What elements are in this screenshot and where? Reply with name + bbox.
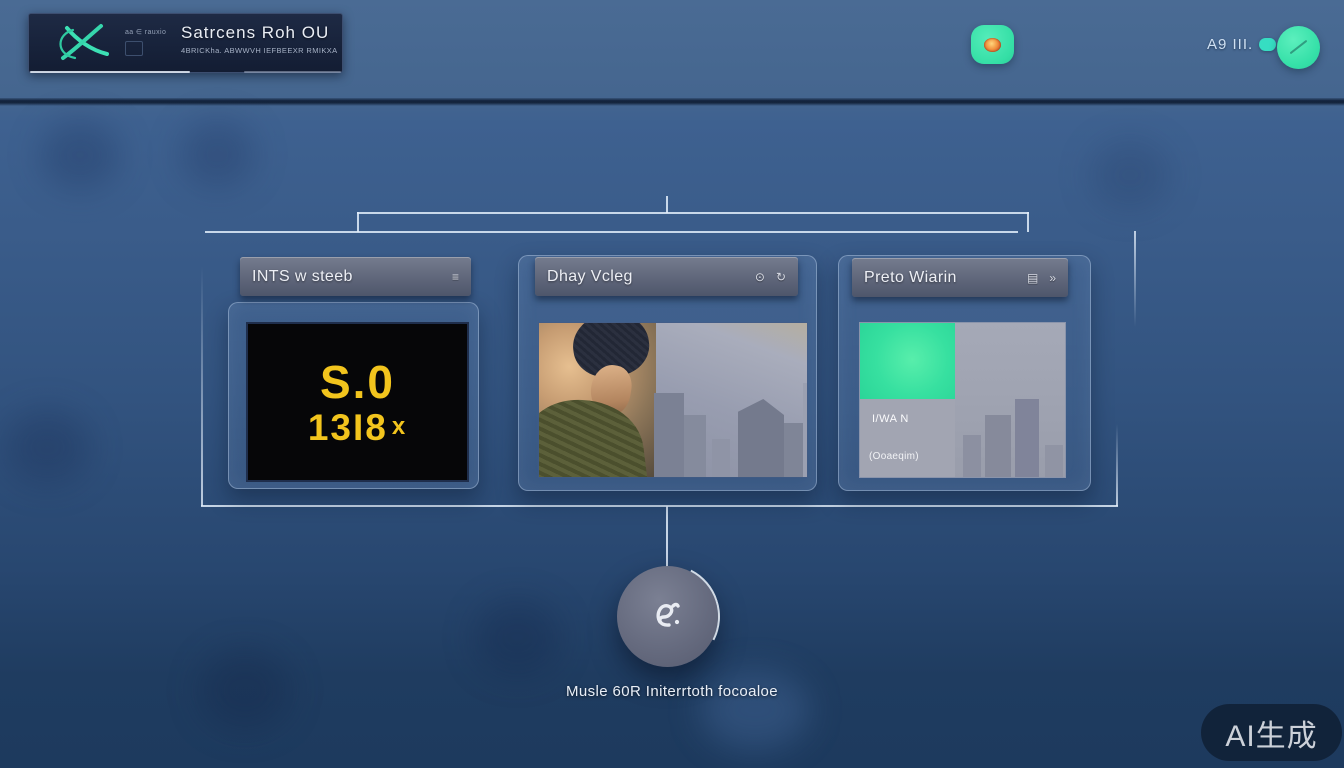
refresh-icon[interactable]: ↻: [776, 270, 786, 284]
card-stats-header[interactable]: INTS w steeb ≡: [240, 257, 471, 296]
building-bar: [712, 439, 730, 478]
building-bar: [684, 415, 706, 478]
pencil-icon: [1290, 40, 1308, 55]
caption-text: Musle 60R Initerrtoth focoaloe: [0, 683, 1344, 700]
score-line2: 13I8x: [308, 409, 407, 446]
menu-icon[interactable]: ≡: [452, 270, 459, 284]
chart-bar: [1015, 399, 1039, 478]
swatch-label-1: I/WA N: [872, 413, 909, 425]
card-video-title: Dhay Vcleg: [547, 268, 633, 286]
brand-title: Satrcens Roh OU: [181, 23, 366, 43]
bokeh-blob: [475, 600, 560, 675]
bokeh-blob: [1090, 140, 1170, 210]
card-stats-title: INTS w steeb: [252, 268, 353, 286]
grid-icon[interactable]: ▤: [1027, 271, 1038, 285]
chevrons-right-icon[interactable]: »: [1049, 271, 1056, 285]
panel-top-line: [205, 231, 1018, 233]
bokeh-blob: [180, 120, 255, 188]
swatch-label-2: (Ooaeqim): [869, 451, 919, 462]
score-display: S.0 13I8x: [246, 322, 469, 482]
brand-underline-left: [30, 71, 190, 73]
status-indicator: A9 III.: [1207, 33, 1276, 55]
jacket-shape: [538, 392, 648, 478]
card-photo-title: Preto Wiarin: [864, 269, 957, 287]
score-suffix: x: [392, 413, 407, 440]
status-label: A9 III.: [1207, 36, 1253, 53]
panel-right-fade-line: [1134, 231, 1136, 327]
connector-upper-jog-left: [357, 212, 359, 232]
swatch-info-panel: I/WA N (Ooaeqim): [860, 399, 955, 478]
brand-small-label: aa ∈ rauxio: [125, 28, 177, 36]
scribble-icon: [646, 594, 690, 638]
building-bar: [803, 383, 808, 478]
brand-underline-right: [244, 71, 341, 73]
fruit-dot-icon: [984, 38, 1001, 52]
app-background: aa ∈ rauxio Satrcens Roh OU 4BRICKha. AB…: [0, 0, 1344, 768]
chart-bar: [963, 435, 981, 478]
green-swatch: [860, 323, 955, 399]
connector-upper-jog-right: [1027, 212, 1029, 232]
brand-subtitle: 4BRICKha. ABWWVH IEFBEEXR RMIKXA: [181, 46, 366, 55]
panel-left-line: [201, 266, 203, 506]
hub-connector-line: [666, 506, 668, 567]
panel-bottom-line: [201, 505, 1118, 507]
person-photo: [539, 323, 656, 478]
status-pill-icon: [1259, 38, 1276, 51]
edit-button[interactable]: [1277, 26, 1320, 69]
notification-badge[interactable]: [971, 25, 1014, 64]
panel-right-line: [1116, 424, 1118, 506]
card-photo-header[interactable]: Preto Wiarin ▤ »: [852, 258, 1068, 297]
bokeh-blob: [5, 410, 90, 485]
connector-upper-horizontal: [357, 212, 1029, 214]
score-line1: S.0: [320, 359, 395, 405]
chart-bar: [1045, 445, 1063, 478]
photo-editor-preview[interactable]: I/WA N (Ooaeqim): [859, 322, 1066, 478]
clock-icon[interactable]: ⊙: [755, 270, 765, 284]
central-action-button[interactable]: [617, 566, 718, 667]
bar-chart-graphic: [955, 323, 1066, 478]
building-bar: [738, 399, 784, 478]
brand-x-logo-icon: [51, 20, 117, 68]
city-skyline: [656, 323, 808, 478]
chart-bar: [985, 415, 1011, 478]
brand-chip-outline: [125, 41, 143, 56]
building-bar: [654, 393, 684, 478]
ai-generated-watermark: AI生成: [1201, 704, 1342, 761]
video-preview[interactable]: [538, 322, 808, 478]
bokeh-blob: [40, 120, 120, 190]
bokeh-blob: [700, 670, 810, 750]
top-divider-line: [0, 98, 1344, 106]
connector-stub-top: [666, 196, 668, 213]
brand-box[interactable]: aa ∈ rauxio Satrcens Roh OU 4BRICKha. AB…: [28, 13, 343, 73]
card-video-header[interactable]: Dhay Vcleg ⊙ ↻: [535, 257, 798, 296]
